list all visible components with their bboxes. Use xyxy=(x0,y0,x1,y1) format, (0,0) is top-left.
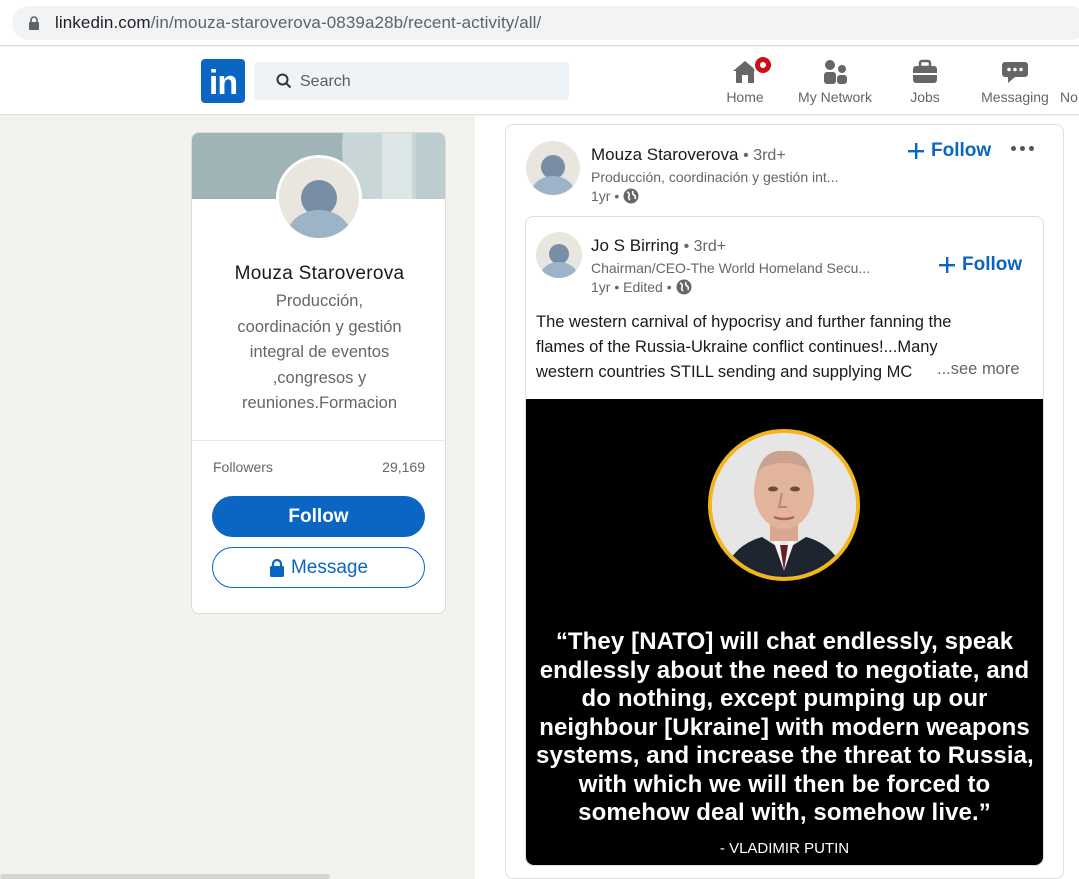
nav-item-notifications[interactable]: No xyxy=(1060,55,1079,105)
global-nav: in Search Home My Network Jobs Messaging… xyxy=(0,47,1079,115)
nav-item-my-network[interactable]: My Network xyxy=(792,55,878,105)
url-path: /in/mouza-staroverova-0839a28b/recent-ac… xyxy=(150,13,542,32)
quote-line: somehow deal with, somehow live.” xyxy=(578,799,991,826)
post-time: 1yr • Edited • xyxy=(591,279,672,295)
headline-line: integral de eventos xyxy=(249,343,390,361)
divider xyxy=(192,440,445,441)
url-text[interactable]: linkedin.com/in/mouza-staroverova-0839a2… xyxy=(55,13,541,33)
search-icon xyxy=(276,73,292,89)
followers-label: Followers xyxy=(213,459,273,475)
portrait-photo xyxy=(708,429,860,581)
actor-name-text: Mouza Staroverova xyxy=(591,145,739,164)
post-actor-meta: 1yr • xyxy=(591,188,639,204)
commentary-line: flames of the Russia-Ukraine conflict co… xyxy=(536,338,938,356)
commentary-line: The western carnival of hypocrisy and fu… xyxy=(536,313,952,331)
shared-follow-button[interactable]: Follow xyxy=(938,254,1022,276)
plus-icon xyxy=(939,257,955,273)
bell-icon xyxy=(1060,59,1061,85)
post-follow-button[interactable]: Follow xyxy=(907,140,991,162)
image-quote: “They [NATO] will chat endlessly, speak … xyxy=(536,628,1034,828)
globe-icon xyxy=(623,188,639,204)
message-button[interactable]: Message xyxy=(212,547,425,588)
post-actor-avatar[interactable] xyxy=(526,141,580,195)
lock-icon xyxy=(269,558,284,577)
briefcase-icon xyxy=(913,59,937,83)
headline-line: ,congresos y xyxy=(272,368,367,387)
shared-actor-headline: Chairman/CEO-The World Homeland Secu... xyxy=(591,260,871,276)
quote-line: systems, and increase the threat to Russ… xyxy=(536,742,1034,769)
nav-item-jobs[interactable]: Jobs xyxy=(903,55,947,105)
portrait-illustration xyxy=(712,433,856,577)
nav-label-messaging: Messaging xyxy=(981,89,1049,105)
headline-line: coordinación y gestión xyxy=(237,317,402,336)
notification-badge xyxy=(753,55,773,75)
follow-button[interactable]: Follow xyxy=(212,496,425,537)
browser-address-bar: linkedin.com/in/mouza-staroverova-0839a2… xyxy=(0,0,1079,46)
post-time: 1yr • xyxy=(591,188,620,204)
headline-line: Producción, xyxy=(275,292,364,310)
nav-label-notifications: No xyxy=(1060,89,1078,105)
shared-actor-meta: 1yr • Edited • xyxy=(591,279,692,295)
profile-card: Mouza Staroverova Producción, coordinaci… xyxy=(191,132,446,614)
post-image[interactable]: “They [NATO] will chat endlessly, speak … xyxy=(526,399,1043,865)
quote-line: endlessly about the need to negotiate, a… xyxy=(539,656,1030,684)
profile-name[interactable]: Mouza Staroverova xyxy=(192,263,445,285)
quote-attribution: - VLADIMIR PUTIN xyxy=(719,840,850,857)
quote-line: neighbour [Ukraine] with modern weapons xyxy=(539,713,1030,741)
connection-degree: • 3rd+ xyxy=(743,147,786,164)
horizontal-scrollbar[interactable] xyxy=(0,874,330,879)
nav-label-home: Home xyxy=(726,89,764,105)
nav-label-my-network: My Network xyxy=(798,89,872,105)
quote-line: with which we will then be forced to xyxy=(578,770,991,798)
url-host: linkedin.com xyxy=(55,13,151,32)
quote-line: do nothing, except pumping up our xyxy=(581,685,988,712)
search-placeholder: Search xyxy=(300,73,351,90)
message-label: Message xyxy=(290,557,369,578)
profile-headline: Producción, coordinación y gestión integ… xyxy=(220,289,419,417)
globe-icon xyxy=(676,279,692,295)
post-actor-name[interactable]: Mouza Staroverova • 3rd+ xyxy=(591,145,786,165)
commentary-line: western countries STILL sending and supp… xyxy=(536,363,913,381)
nav-item-home[interactable]: Home xyxy=(721,55,773,105)
plus-icon xyxy=(908,143,924,159)
avatar[interactable] xyxy=(276,155,362,241)
see-more-link[interactable]: ...see more xyxy=(937,360,1020,379)
more-options-icon[interactable] xyxy=(1011,146,1034,151)
follow-label: Follow xyxy=(962,254,1023,275)
connection-degree: • 3rd+ xyxy=(683,238,727,255)
messaging-icon xyxy=(1002,62,1028,83)
shared-actor-avatar[interactable] xyxy=(536,232,582,278)
follow-label: Follow xyxy=(931,140,992,161)
shared-actor-name[interactable]: Jo S Birring • 3rd+ xyxy=(591,236,726,256)
nav-item-messaging[interactable]: Messaging xyxy=(976,55,1054,105)
lock-icon xyxy=(29,16,39,30)
network-icon xyxy=(824,60,847,84)
shared-actor-name-text: Jo S Birring xyxy=(591,236,679,255)
quote-line: “They [NATO] will chat endlessly, speak xyxy=(555,628,1014,655)
followers-count: 29,169 xyxy=(382,459,425,475)
post-commentary: The western carnival of hypocrisy and fu… xyxy=(536,310,991,385)
post-actor-headline: Producción, coordinación y gestión int..… xyxy=(591,169,839,185)
nav-label-jobs: Jobs xyxy=(910,89,940,105)
search-input[interactable]: Search xyxy=(254,62,569,100)
headline-line: reuniones.Formacion xyxy=(242,394,397,412)
linkedin-logo[interactable]: in xyxy=(201,59,245,103)
